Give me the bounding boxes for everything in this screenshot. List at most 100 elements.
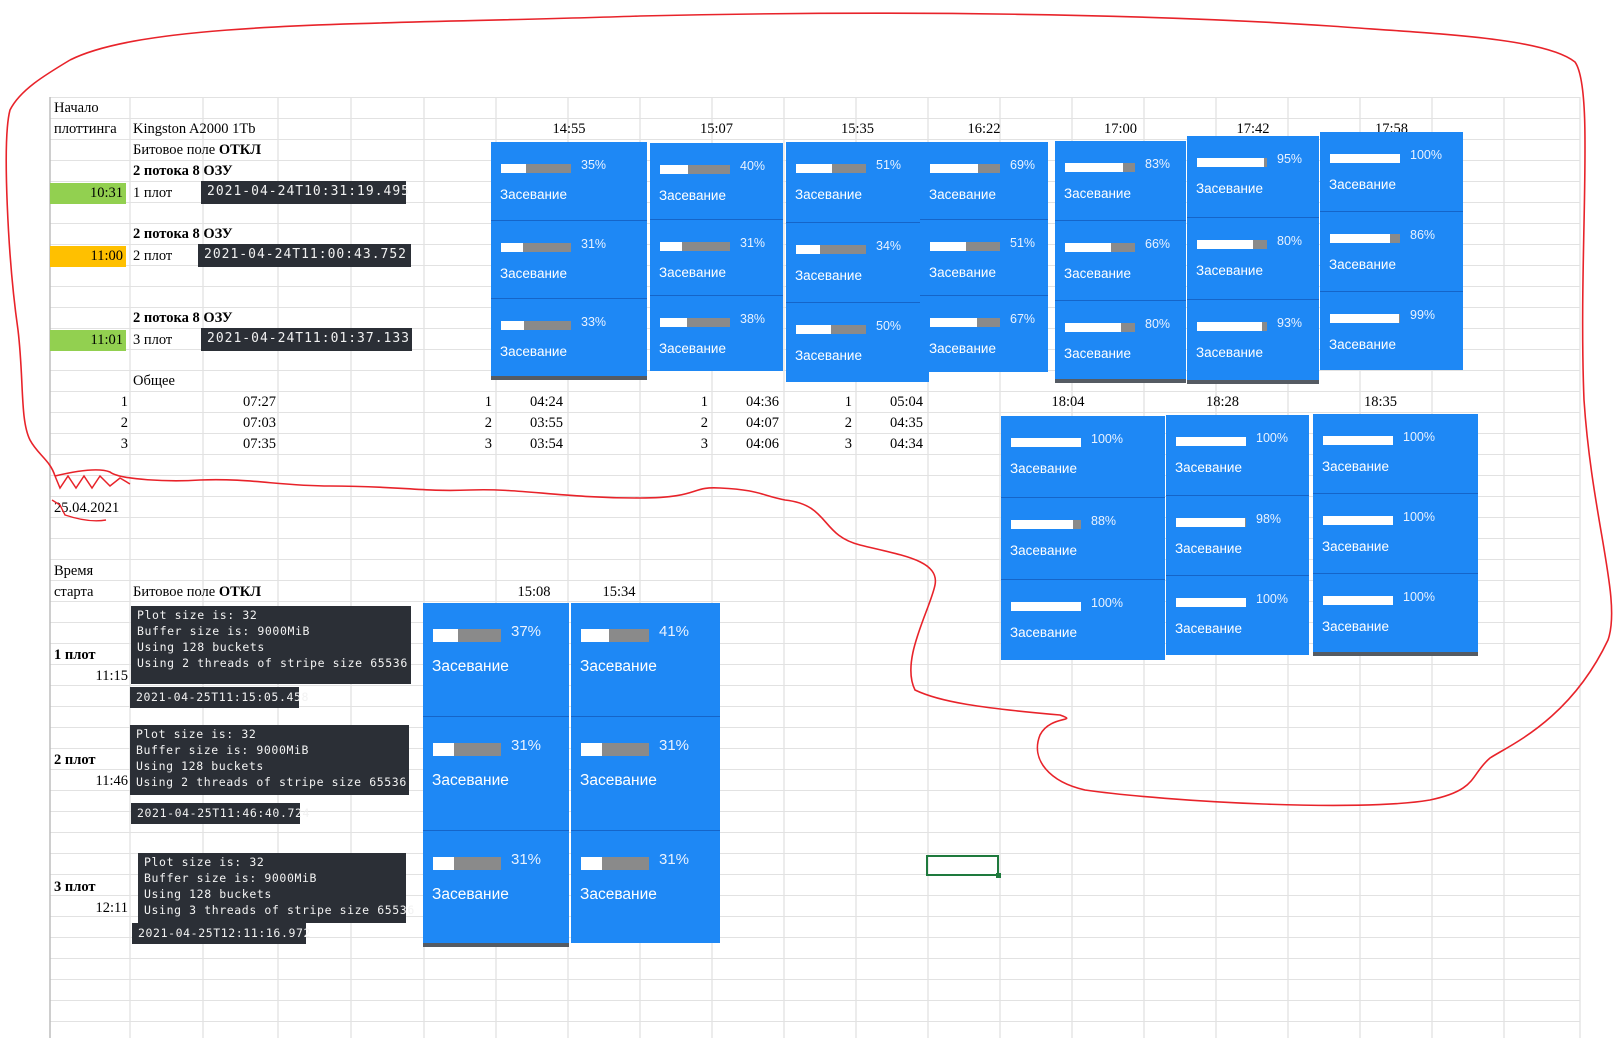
column-time-header: 18:35 <box>1363 394 1398 410</box>
progress-bar <box>1065 243 1135 253</box>
summary-group-time: 03:54 <box>530 436 564 452</box>
seeding-row: 98% Засевание <box>1166 495 1309 575</box>
progress-bar-fill <box>1065 163 1124 172</box>
progress-bar <box>1176 518 1246 527</box>
progress-bar <box>1065 322 1135 332</box>
seeding-widget: 69% Засевание 51% Засевание 67% Засевание <box>920 142 1048 372</box>
selected-cell[interactable] <box>926 855 1001 878</box>
progress-percent: 50% <box>876 319 902 333</box>
progress-percent: 31% <box>511 850 542 868</box>
progress-bar-fill <box>433 743 455 757</box>
seeding-row: 31% Засевание <box>423 829 569 943</box>
seeding-label: Засевание <box>1329 257 1396 273</box>
progress-bar-fill <box>1011 438 1081 447</box>
progress-bar-fill <box>501 164 526 173</box>
plot-timestamp: 2021-04-25T12:11:16.972 <box>132 923 310 944</box>
summary-group-time: 04:34 <box>890 436 924 452</box>
seeding-row: 80% Засевание <box>1055 299 1186 379</box>
plot-name: 3 плот <box>133 332 173 348</box>
seeding-widget: 83% Засевание 66% Засевание 80% Засевание <box>1055 141 1186 383</box>
progress-bar-fill <box>796 245 820 254</box>
progress-bar-fill <box>581 856 603 870</box>
progress-bar <box>1330 313 1400 323</box>
plot-start-time: 11:01 <box>50 330 126 351</box>
seeding-label: Засевание <box>1010 624 1077 640</box>
progress-bar-fill <box>1011 520 1073 530</box>
seeding-label: Засевание <box>1175 621 1242 636</box>
progress-percent: 37% <box>511 623 542 640</box>
progress-bar <box>1197 321 1267 331</box>
bottom-header-start-2: старта <box>54 584 94 600</box>
progress-bar-fill <box>433 856 455 870</box>
plot-start-time: 11:46 <box>95 773 129 789</box>
progress-bar <box>1330 234 1400 244</box>
seeding-row: 100% Засевание <box>1001 578 1165 660</box>
seeding-label: Засевание <box>929 341 996 357</box>
seeding-widget: 100% Засевание 100% Засевание 100% Засевание <box>1313 414 1478 656</box>
seeding-row: 100% Засевание <box>1313 414 1478 493</box>
progress-bar <box>433 629 501 642</box>
progress-bar-fill <box>930 318 977 328</box>
progress-bar-fill <box>1065 243 1112 253</box>
seeding-label: Засевание <box>795 268 862 283</box>
summary-group-index: 1 <box>844 394 852 410</box>
progress-bar <box>1065 163 1135 172</box>
summary-total: 07:03 <box>242 415 276 431</box>
progress-percent: 95% <box>1277 152 1303 166</box>
progress-bar-fill <box>1176 598 1246 607</box>
progress-percent: 31% <box>581 237 607 251</box>
progress-bar-fill <box>501 321 525 330</box>
seeding-row: 37% Засевание <box>423 603 569 716</box>
progress-percent: 51% <box>876 158 902 172</box>
plot-timestamp: 2021-04-25T11:46:40.724 <box>131 803 309 824</box>
progress-bar <box>660 242 730 251</box>
progress-bar-fill <box>1323 595 1393 605</box>
progress-bar <box>1323 516 1393 526</box>
progress-percent: 31% <box>659 737 690 755</box>
seeding-row: 99% Засевание <box>1320 290 1463 370</box>
seeding-label: Засевание <box>500 344 567 359</box>
column-time-header: 15:07 <box>699 121 734 137</box>
seeding-row: 95% Засевание <box>1187 136 1319 217</box>
seeding-label: Засевание <box>1322 618 1389 634</box>
seeding-row: 86% Засевание <box>1320 211 1463 290</box>
progress-bar-fill <box>796 325 831 334</box>
progress-bar-fill <box>1330 234 1391 244</box>
seeding-label: Засевание <box>1175 541 1242 556</box>
plot-timestamp: 2021-04-24T11:01:37.133 <box>201 328 412 351</box>
seeding-row: 34% Засевание <box>786 222 929 302</box>
date-label: 25.04.2021 <box>54 500 120 516</box>
progress-bar-fill <box>660 165 688 174</box>
seeding-label: Засевание <box>1322 459 1389 474</box>
column-time-header: 14:55 <box>552 121 586 137</box>
seeding-label: Засевание <box>1196 344 1263 360</box>
progress-bar-fill <box>1176 518 1245 527</box>
progress-percent: 93% <box>1277 315 1303 330</box>
plot-name: 2 плот <box>54 752 96 768</box>
seeding-label: Засевание <box>659 265 726 280</box>
summary-group-index: 3 <box>484 436 492 452</box>
seeding-row: 100% Засевание <box>1166 415 1309 495</box>
seeding-label: Засевание <box>1175 460 1242 475</box>
progress-bar <box>796 325 866 334</box>
plot-name: 1 плот <box>54 647 96 663</box>
progress-bar <box>1176 598 1246 607</box>
seeding-row: 80% Засевание <box>1187 217 1319 298</box>
seeding-label: Засевание <box>929 264 996 280</box>
seeding-row: 51% Засевание <box>920 218 1048 296</box>
progress-bar <box>1323 595 1393 605</box>
progress-bar-fill <box>1011 601 1081 611</box>
seeding-row: 66% Засевание <box>1055 220 1186 299</box>
seeding-widget: 51% Засевание 34% Засевание 50% Засевание <box>786 142 929 382</box>
progress-bar-fill <box>1330 154 1400 163</box>
seeding-label: Засевание <box>1064 345 1131 361</box>
progress-percent: 100% <box>1403 430 1435 444</box>
progress-bar <box>1176 437 1246 446</box>
seeding-row: 50% Засевание <box>786 302 929 382</box>
progress-percent: 100% <box>1091 432 1123 446</box>
progress-percent: 98% <box>1256 512 1282 526</box>
summary-group-index: 2 <box>844 415 852 431</box>
progress-bar <box>1330 154 1400 163</box>
seeding-row: 93% Засевание <box>1187 298 1319 380</box>
seeding-label: Засевание <box>432 772 509 790</box>
